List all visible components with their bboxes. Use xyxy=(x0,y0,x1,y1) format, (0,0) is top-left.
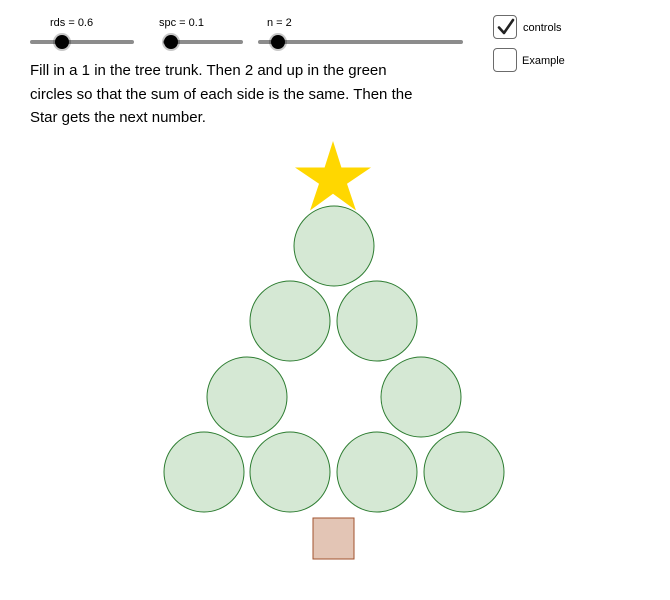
tree-circle-bottom-2[interactable] xyxy=(249,431,331,513)
tree-circle-left-3[interactable] xyxy=(206,356,288,438)
tree-circle-right-2[interactable] xyxy=(336,280,418,362)
tree-circle-top[interactable] xyxy=(293,205,375,287)
tree-circle-left-2[interactable] xyxy=(249,280,331,362)
tree-circle-right-3[interactable] xyxy=(380,356,462,438)
star-icon xyxy=(295,141,371,211)
tree-circle-bottom-1[interactable] xyxy=(163,431,245,513)
tree-circle-bottom-4[interactable] xyxy=(423,431,505,513)
tree-circle-bottom-3[interactable] xyxy=(336,431,418,513)
tree-trunk[interactable] xyxy=(312,517,355,560)
tree-canvas xyxy=(163,141,505,560)
